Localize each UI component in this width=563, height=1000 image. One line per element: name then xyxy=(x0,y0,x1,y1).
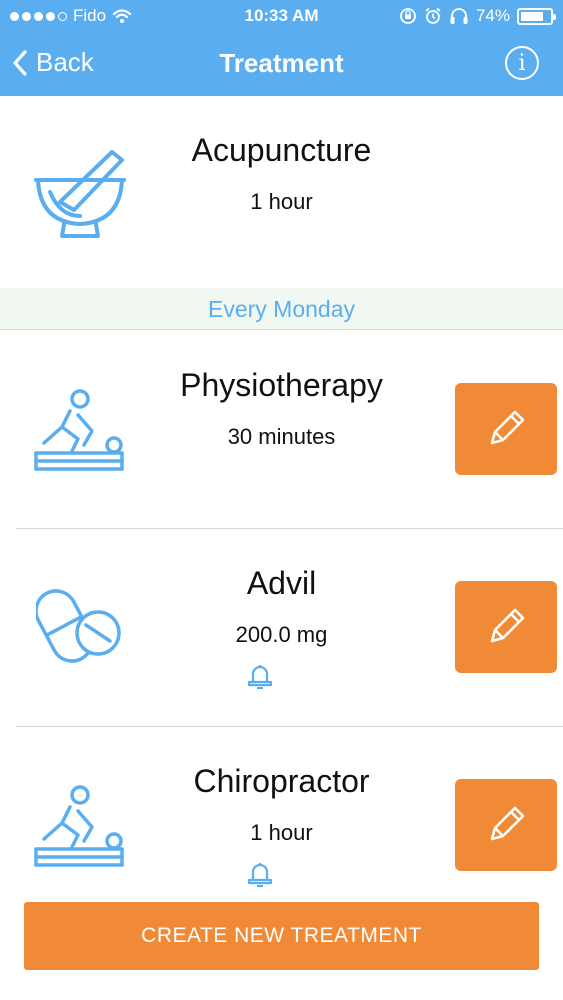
navigation-bar: Back Treatment i xyxy=(0,32,563,96)
edit-button[interactable] xyxy=(455,779,557,871)
page-title: Treatment xyxy=(219,48,344,78)
info-button[interactable]: i xyxy=(505,46,539,80)
create-new-treatment-button[interactable]: CREATE NEW TREATMENT xyxy=(24,902,539,970)
edit-button[interactable] xyxy=(455,383,557,475)
bell-icon xyxy=(247,863,273,888)
treatment-item[interactable]: Physiotherapy 30 minutes xyxy=(0,331,563,528)
info-icon: i xyxy=(518,50,526,76)
status-bar: Fido 10:33 AM 74% xyxy=(0,0,563,32)
treatment-name: Acupuncture xyxy=(191,132,372,168)
pencil-icon xyxy=(490,608,525,643)
battery-percent: 74% xyxy=(475,6,510,25)
rotation-lock-icon xyxy=(400,8,416,24)
treatment-header[interactable]: Acupuncture 1 hour xyxy=(0,96,563,288)
treatment-item[interactable]: Chiropractor 1 hour xyxy=(0,727,563,900)
pencil-icon xyxy=(490,806,525,841)
headphones-icon xyxy=(450,8,468,24)
treatment-duration: 1 hour xyxy=(250,189,313,214)
battery-icon xyxy=(517,7,556,25)
top-bar: Fido 10:33 AM 74% Back Treatment i xyxy=(0,0,563,96)
edit-button[interactable] xyxy=(455,581,557,673)
bell-icon xyxy=(247,665,273,690)
alarm-icon xyxy=(425,7,441,24)
schedule-section-header: Every Monday xyxy=(0,288,563,330)
status-right: 74% xyxy=(399,6,556,26)
treatment-item[interactable]: Advil 200.0 mg xyxy=(0,529,563,726)
pencil-icon xyxy=(490,410,525,445)
